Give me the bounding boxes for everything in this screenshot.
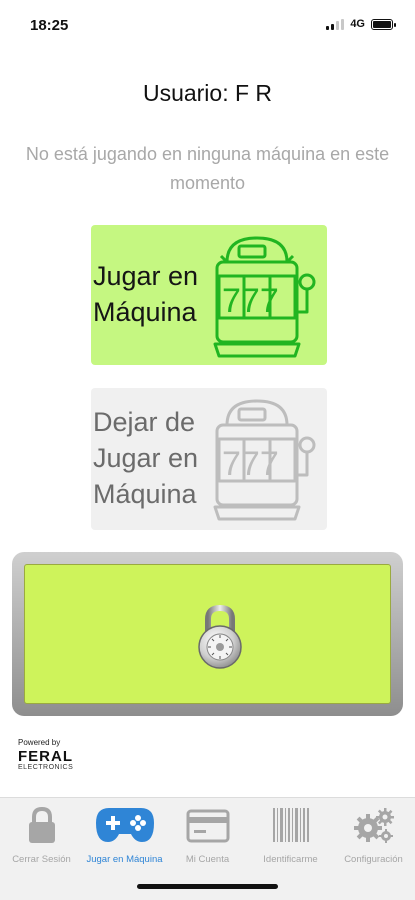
page-title: Usuario: F R: [142, 80, 273, 106]
powered-by-logo: Powered by FERAL ELECTRONICS: [18, 738, 73, 771]
slot-machine-icon: 777: [213, 236, 316, 358]
status-indicators: 4G: [326, 18, 396, 30]
feral-logo: FERAL: [18, 748, 73, 765]
tab-identificarme[interactable]: Identificarme: [249, 806, 332, 870]
signal-icon: [326, 18, 345, 30]
battery-icon: [371, 18, 396, 30]
status-time: 18:25: [30, 17, 69, 34]
lock-icon: [28, 806, 55, 843]
network-type: 4G: [350, 18, 365, 30]
stop-label-line-2: Jugar en: [93, 443, 199, 473]
stop-machine-label: Dejar de Jugar en Máquina: [93, 404, 198, 512]
powered-by-text: Powered by: [18, 738, 61, 747]
padlock-icon: [198, 605, 242, 669]
gears-icon: [353, 808, 394, 843]
slot-machine-icon: 777: [213, 399, 316, 521]
stop-label-line-1: Dejar de: [93, 407, 196, 437]
tab-configuracion[interactable]: Configuración: [332, 806, 415, 870]
home-indicator[interactable]: [137, 884, 278, 889]
barcode-icon: [272, 808, 309, 842]
tab-cerrar-sesion[interactable]: Cerrar Sesión: [0, 806, 83, 870]
play-label-line-1: Jugar en: [93, 261, 199, 291]
play-machine-button[interactable]: Jugar en Máquina 777: [91, 225, 327, 365]
slot-digits: 777: [222, 282, 279, 320]
play-label-line-2: Máquina: [93, 297, 197, 327]
status-message: No está jugando en ninguna máquina en es…: [25, 144, 390, 193]
feral-logo-sub: ELECTRONICS: [18, 764, 74, 771]
tab-label: Identificarme: [263, 854, 318, 865]
tab-label: Jugar en Máquina: [86, 854, 163, 865]
lock-button[interactable]: [12, 552, 403, 716]
play-machine-label: Jugar en Máquina: [93, 258, 198, 330]
lock-button-face: [24, 564, 391, 704]
tab-label: Configuración: [344, 854, 403, 865]
status-bar: 18:25 4G: [0, 0, 415, 44]
tab-label: Mi Cuenta: [185, 854, 230, 865]
stop-machine-button[interactable]: Dejar de Jugar en Máquina 777: [91, 388, 327, 530]
tab-mi-cuenta[interactable]: Mi Cuenta: [166, 806, 249, 870]
tab-label: Cerrar Sesión: [12, 854, 71, 865]
stop-label-line-3: Máquina: [93, 479, 197, 509]
card-icon: [186, 809, 229, 843]
tab-jugar-en-maquina[interactable]: Jugar en Máquina: [83, 806, 166, 870]
gamepad-icon: [95, 808, 154, 842]
slot-digits: 777: [222, 445, 279, 483]
